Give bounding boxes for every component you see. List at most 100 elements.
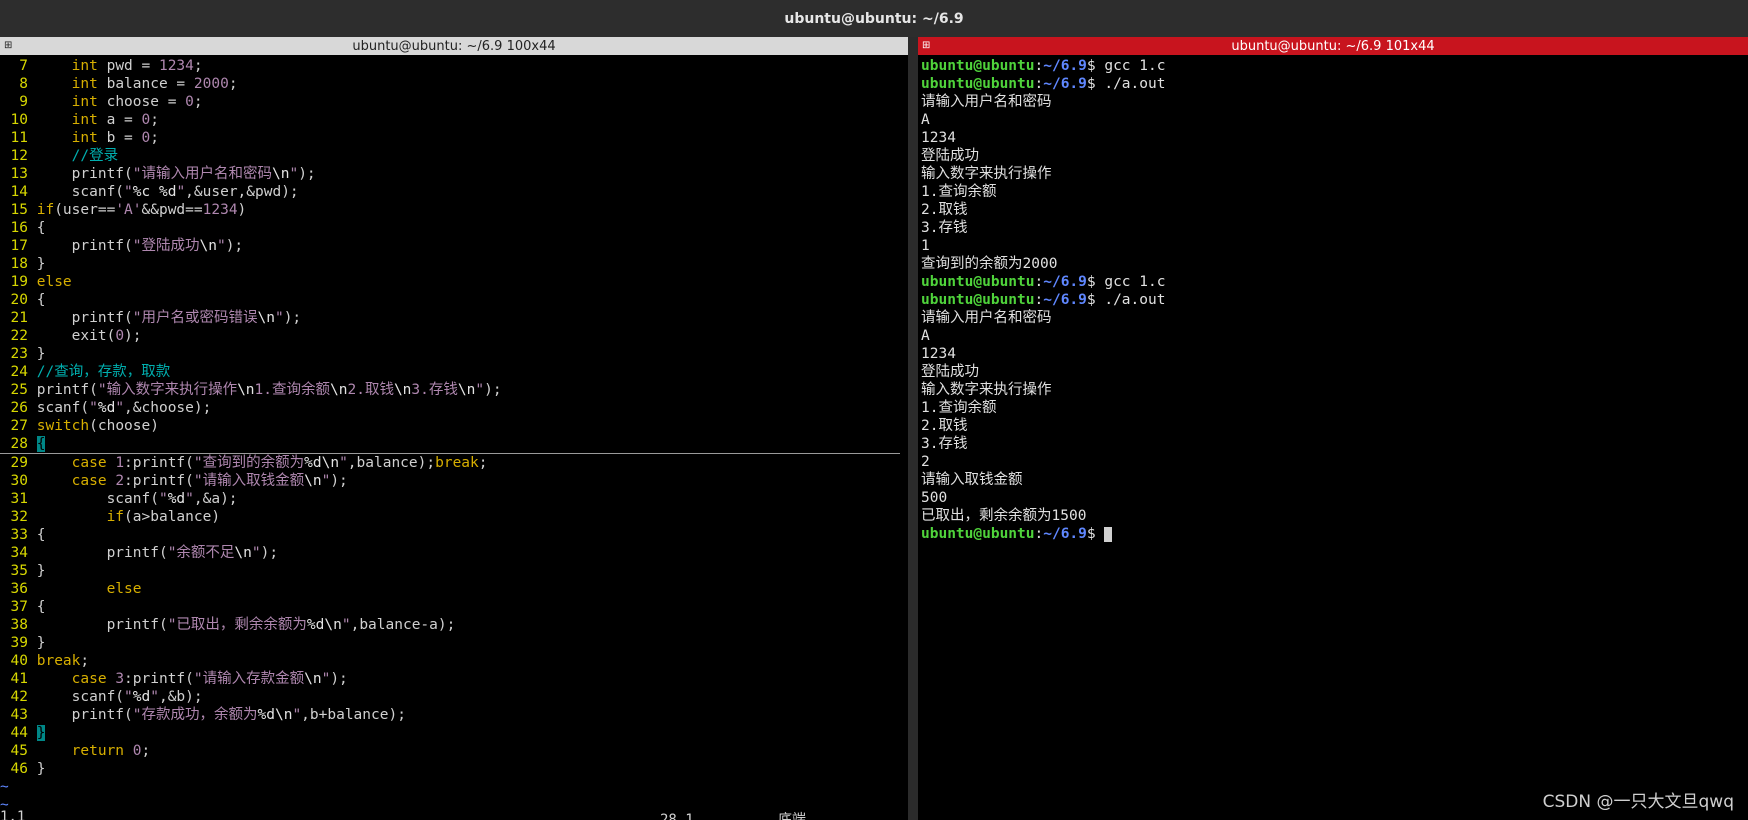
right-pane-title: ubuntu@ubuntu: ~/6.9 101x44 <box>1231 38 1435 54</box>
code-line-43[interactable]: 43 printf("存款成功，余额为%d\n",b+balance); <box>0 706 900 724</box>
line-number: 19 <box>10 274 28 290</box>
code-line-30[interactable]: 30 case 2:printf("请输入取钱金额\n"); <box>0 472 900 490</box>
line-number: 12 <box>10 148 28 164</box>
terminal-cursor[interactable] <box>1104 526 1113 542</box>
code-line-23[interactable]: 23 } <box>0 345 900 363</box>
line-number: 15 <box>10 202 28 218</box>
code-line-40[interactable]: 40 break; <box>0 652 900 670</box>
line-number: 23 <box>10 346 28 362</box>
code-line-11[interactable]: 11 int b = 0; <box>0 129 900 147</box>
terminal-output-line: 登陆成功 <box>921 364 979 380</box>
code-line-41[interactable]: 41 case 3:printf("请输入存款金额\n"); <box>0 670 900 688</box>
terminal-output-line: 3.存钱 <box>921 436 968 452</box>
code-line-29[interactable]: 29 case 1:printf("查询到的余额为%d\n",balance);… <box>0 454 900 472</box>
code-line-27[interactable]: 27 switch(choose) <box>0 417 900 435</box>
terminal-output[interactable]: ubuntu@ubuntu:~/6.9$ gcc 1.c ubuntu@ubunt… <box>921 57 1741 543</box>
terminal-output-line: 2.取钱 <box>921 202 968 218</box>
code-line-44[interactable]: 44 } <box>0 724 900 742</box>
line-number: 32 <box>10 509 28 525</box>
grid-icon[interactable]: ⊞ <box>922 40 933 51</box>
code-line-18[interactable]: 18 } <box>0 255 900 273</box>
line-number: 18 <box>10 256 28 272</box>
terminal-output-line: A <box>921 112 930 128</box>
line-number: 21 <box>10 310 28 326</box>
code-line-31[interactable]: 31 scanf("%d",&a); <box>0 490 900 508</box>
line-number: 38 <box>10 617 28 633</box>
code-line-32[interactable]: 32 if(a>balance) <box>0 508 900 526</box>
terminal-output-line: 3.存钱 <box>921 220 968 236</box>
terminal-output-line: 1 <box>921 238 930 254</box>
code-line-9[interactable]: 9 int choose = 0; <box>0 93 900 111</box>
terminal-prompt-line: ubuntu@ubuntu:~/6.9$ <box>921 525 1741 543</box>
window-title: ubuntu@ubuntu: ~/6.9 <box>784 10 964 27</box>
code-line-37[interactable]: 37 { <box>0 598 900 616</box>
cursor-position-right: 28,1 底端 <box>660 812 807 820</box>
code-line-35[interactable]: 35 } <box>0 562 900 580</box>
code-line-45[interactable]: 45 return 0; <box>0 742 900 760</box>
terminal-output-line: 1234 <box>921 130 956 146</box>
code-line-46[interactable]: 46 } <box>0 760 900 778</box>
left-pane-title-bar[interactable]: ⊞ ubuntu@ubuntu: ~/6.9 100x44 <box>0 37 908 55</box>
code-line-26[interactable]: 26 scanf("%d",&choose); <box>0 399 900 417</box>
code-line-7[interactable]: 7 int pwd = 1234; <box>0 57 900 75</box>
code-line-8[interactable]: 8 int balance = 2000; <box>0 75 900 93</box>
line-number: 8 <box>19 76 28 92</box>
terminal-prompt-line: ubuntu@ubuntu:~/6.9$ gcc 1.c <box>921 274 1166 290</box>
window-title-bar: ubuntu@ubuntu: ~/6.9 <box>0 0 1748 37</box>
terminal-output-line: 输入数字来执行操作 <box>921 166 1052 182</box>
line-number: 16 <box>10 220 28 236</box>
code-line-19[interactable]: 19 else <box>0 273 900 291</box>
code-line-24[interactable]: 24 //查询，存款，取款 <box>0 363 900 381</box>
csdn-watermark: CSDN @一只大文旦qwq <box>1542 792 1734 812</box>
line-number: 10 <box>10 112 28 128</box>
code-line-22[interactable]: 22 exit(0); <box>0 327 900 345</box>
line-number: 28 <box>10 436 28 452</box>
line-number: 31 <box>10 491 28 507</box>
line-number: 26 <box>10 400 28 416</box>
line-number: 40 <box>10 653 28 669</box>
code-area[interactable]: 7 int pwd = 1234; 8 int balance = 2000; 9 … <box>0 57 900 814</box>
line-number: 9 <box>19 94 28 110</box>
code-line-33[interactable]: 33 { <box>0 526 900 544</box>
terminal-output-line: 1234 <box>921 346 956 362</box>
terminal-output-line: 2 <box>921 454 930 470</box>
code-line-12[interactable]: 12 //登录 <box>0 147 900 165</box>
grid-icon[interactable]: ⊞ <box>4 40 15 51</box>
line-number: 34 <box>10 545 28 561</box>
line-number: 29 <box>10 455 28 471</box>
code-line-16[interactable]: 16 { <box>0 219 900 237</box>
code-line-14[interactable]: 14 scanf("%c %d",&user,&pwd); <box>0 183 900 201</box>
code-line-38[interactable]: 38 printf("已取出，剩余余额为%d\n",balance-a); <box>0 616 900 634</box>
code-line-28[interactable]: 28 { <box>0 435 900 454</box>
pane-divider[interactable] <box>908 37 918 820</box>
terminal-prompt-line: ubuntu@ubuntu:~/6.9$ ./a.out <box>921 76 1166 92</box>
terminal-output-line: 1.查询余额 <box>921 400 997 416</box>
line-number: 36 <box>10 581 28 597</box>
code-line-42[interactable]: 42 scanf("%d",&b); <box>0 688 900 706</box>
terminal-pane[interactable]: ⊞ ubuntu@ubuntu: ~/6.9 101x44 ubuntu@ubu… <box>918 37 1748 820</box>
code-line-13[interactable]: 13 printf("请输入用户名和密码\n"); <box>0 165 900 183</box>
code-line-39[interactable]: 39 } <box>0 634 900 652</box>
line-number: 25 <box>10 382 28 398</box>
line-number: 37 <box>10 599 28 615</box>
code-line-15[interactable]: 15 if(user=='A'&&pwd==1234) <box>0 201 900 219</box>
terminal-output-line: 请输入取钱金额 <box>921 472 1023 488</box>
code-line-36[interactable]: 36 else <box>0 580 900 598</box>
code-line-10[interactable]: 10 int a = 0; <box>0 111 900 129</box>
code-line-17[interactable]: 17 printf("登陆成功\n"); <box>0 237 900 255</box>
vim-editor-pane[interactable]: ⊞ ubuntu@ubuntu: ~/6.9 100x44 7 int pwd … <box>0 37 908 820</box>
vim-status-line: 1,1 28,1 底端 <box>0 809 908 820</box>
right-pane-title-bar[interactable]: ⊞ ubuntu@ubuntu: ~/6.9 101x44 <box>918 37 1748 55</box>
empty-buffer-line: ~ <box>0 779 9 795</box>
terminal-output-line: 登陆成功 <box>921 148 979 164</box>
code-line-25[interactable]: 25 printf("输入数字来执行操作\n1.查询余额\n2.取钱\n3.存钱… <box>0 381 900 399</box>
code-line-34[interactable]: 34 printf("余额不足\n"); <box>0 544 900 562</box>
terminal-output-line: 500 <box>921 490 948 506</box>
code-line-20[interactable]: 20 { <box>0 291 900 309</box>
line-number: 43 <box>10 707 28 723</box>
line-number: 41 <box>10 671 28 687</box>
terminal-output-line: 请输入用户名和密码 <box>921 94 1052 110</box>
terminal-output-line: 查询到的余额为2000 <box>921 256 1058 272</box>
code-line-21[interactable]: 21 printf("用户名或密码错误\n"); <box>0 309 900 327</box>
line-number: 14 <box>10 184 28 200</box>
